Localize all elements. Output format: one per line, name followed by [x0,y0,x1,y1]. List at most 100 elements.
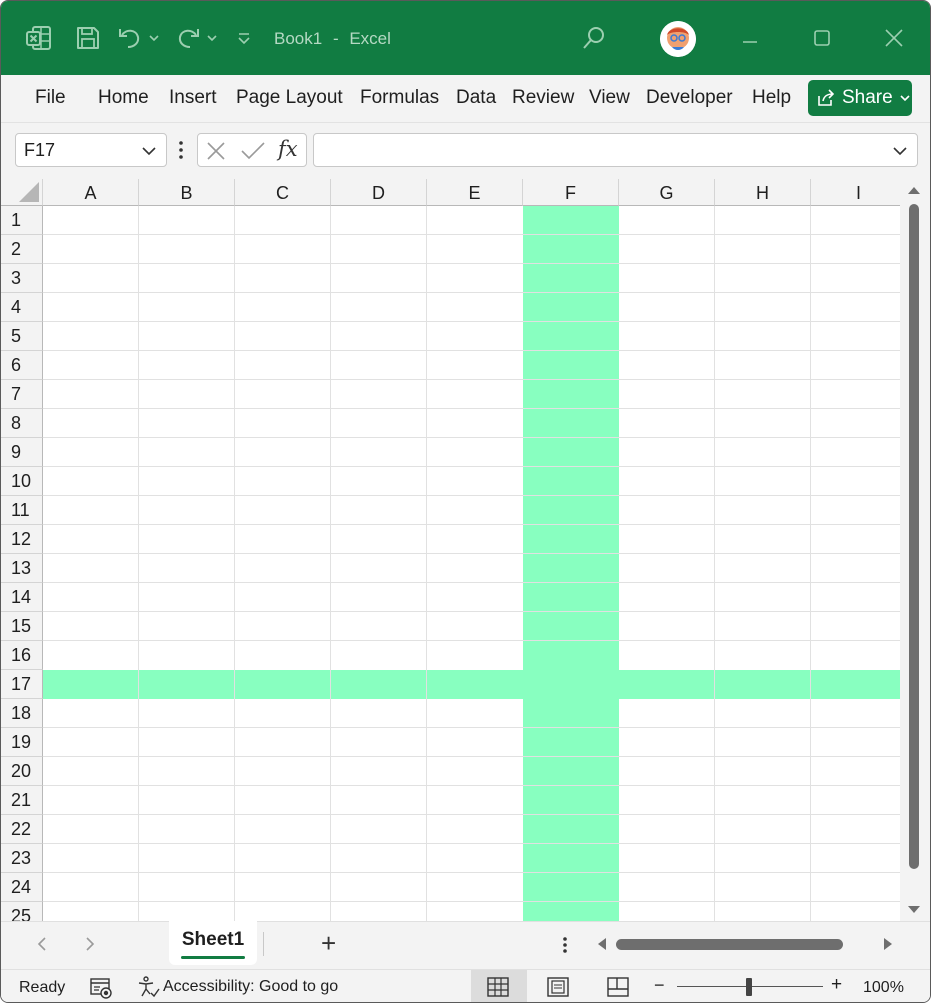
horizontal-scroll-thumb[interactable] [616,939,843,950]
vertical-scroll-thumb[interactable] [909,204,919,869]
row-header-3[interactable]: 3 [1,264,43,293]
chevron-down-icon[interactable] [140,142,158,160]
normal-view-button[interactable] [471,970,527,1002]
row-header-12[interactable]: 12 [1,525,43,554]
tab-view[interactable]: View [589,87,630,109]
tab-home[interactable]: Home [98,87,149,109]
sheet-tab-sheet1[interactable]: Sheet1 [169,921,257,965]
row-header-4[interactable]: 4 [1,293,43,322]
row-header-14[interactable]: 14 [1,583,43,612]
tab-help[interactable]: Help [752,87,791,109]
column-header-b[interactable]: B [139,179,235,206]
column-header-g[interactable]: G [619,179,715,206]
next-sheet-icon[interactable] [81,935,99,953]
column-header-i[interactable]: I [811,179,900,206]
page-break-preview-icon[interactable] [607,977,629,997]
previous-sheet-icon[interactable] [33,935,51,953]
save-icon[interactable] [73,23,103,53]
row-header-18[interactable]: 18 [1,699,43,728]
status-ready: Ready [19,979,66,996]
row-header-11[interactable]: 11 [1,496,43,525]
row-header-5[interactable]: 5 [1,322,43,351]
gridline-horizontal [43,495,900,496]
tab-review[interactable]: Review [512,87,574,109]
search-icon[interactable] [579,23,609,53]
tab-insert[interactable]: Insert [169,87,217,109]
share-button[interactable]: Share [808,80,912,116]
more-sheet-options-icon[interactable] [559,935,571,955]
accessibility-checker[interactable]: Accessibility: Good to go [137,975,338,999]
name-box[interactable]: F17 [15,133,167,167]
maximize-icon[interactable] [807,23,837,53]
row-header-7[interactable]: 7 [1,380,43,409]
macro-recording-icon[interactable] [89,977,113,999]
undo-icon[interactable] [115,23,163,53]
minimize-icon[interactable] [735,23,765,53]
row-header-10[interactable]: 10 [1,467,43,496]
formula-bar: F17 fx [1,123,930,179]
row-header-22[interactable]: 22 [1,815,43,844]
row-header-21[interactable]: 21 [1,786,43,815]
row-header-16[interactable]: 16 [1,641,43,670]
tab-file[interactable]: File [35,87,66,109]
worksheet-grid[interactable]: A B C D E F G H I 1 2 3 4 5 6 7 8 9 10 11 12 13 14 15 16 17 18 19 20… [1,179,900,921]
gridline-horizontal [43,582,900,583]
zoom-slider-handle[interactable] [746,978,752,996]
column-header-e[interactable]: E [427,179,523,206]
row-header-13[interactable]: 13 [1,554,43,583]
column-header-h[interactable]: H [715,179,811,206]
scroll-left-icon[interactable] [595,937,609,951]
column-header-c[interactable]: C [235,179,331,206]
row-header-1[interactable]: 1 [1,206,43,235]
zoom-level[interactable]: 100% [863,979,904,997]
accessibility-status: Accessibility: Good to go [163,978,339,995]
close-icon[interactable] [204,139,228,163]
tab-formulas[interactable]: Formulas [360,87,439,109]
accessibility-icon [138,976,160,998]
close-window-icon[interactable] [879,23,909,53]
new-sheet-button[interactable]: + [321,928,336,959]
redo-icon[interactable] [173,23,221,53]
gridline-horizontal [43,408,900,409]
gridline-horizontal [43,379,900,380]
page-layout-view-icon[interactable] [547,977,569,997]
tab-developer[interactable]: Developer [646,87,733,109]
scroll-up-icon[interactable] [907,184,921,196]
row-header-17[interactable]: 17 [1,670,43,699]
row-header-24[interactable]: 24 [1,873,43,902]
formula-input[interactable] [313,133,918,167]
row-header-2[interactable]: 2 [1,235,43,264]
gridline-horizontal [43,263,900,264]
row-header-23[interactable]: 23 [1,844,43,873]
column-header-f[interactable]: F [523,179,619,206]
row-header-25[interactable]: 25 [1,902,43,921]
customize-quick-access-icon[interactable] [229,23,259,53]
row-header-19[interactable]: 19 [1,728,43,757]
insert-function-button[interactable]: fx [278,137,298,161]
gridline-horizontal [43,814,900,815]
row-header-6[interactable]: 6 [1,351,43,380]
select-all-button[interactable] [1,179,43,206]
zoom-in-button[interactable]: + [831,974,842,996]
row-header-9[interactable]: 9 [1,438,43,467]
expand-formula-bar-icon[interactable] [891,142,909,160]
sheet-tab-label: Sheet1 [181,929,245,950]
check-icon[interactable] [240,139,266,163]
title-bar: Book1 - Excel [1,1,930,75]
avatar[interactable] [660,21,696,57]
row-header-8[interactable]: 8 [1,409,43,438]
row-header-20[interactable]: 20 [1,757,43,786]
gridline-horizontal [43,292,900,293]
row-header-15[interactable]: 15 [1,612,43,641]
scroll-down-icon[interactable] [907,904,921,916]
vertical-scrollbar[interactable] [900,179,930,921]
more-options-icon[interactable] [175,137,187,163]
gridline-horizontal [43,321,900,322]
gridline-horizontal [43,872,900,873]
zoom-out-button[interactable]: − [654,975,665,996]
tab-page-layout[interactable]: Page Layout [236,87,343,109]
tab-data[interactable]: Data [456,87,496,109]
column-header-a[interactable]: A [43,179,139,206]
column-header-d[interactable]: D [331,179,427,206]
scroll-right-icon[interactable] [881,937,895,951]
